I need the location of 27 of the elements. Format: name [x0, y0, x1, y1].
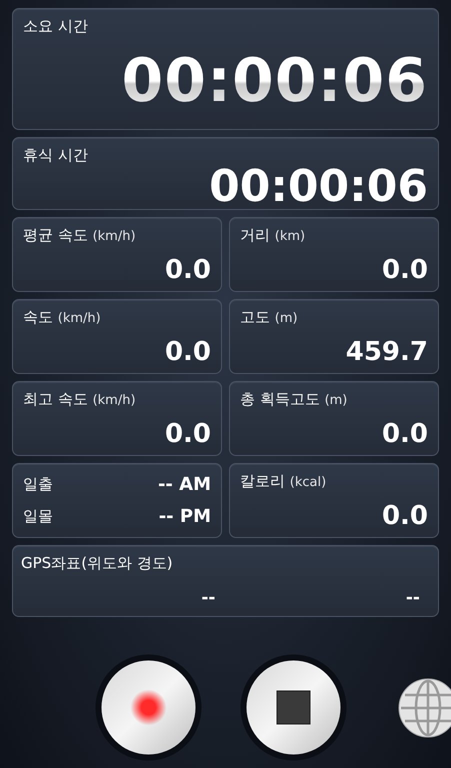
sun-value: -- PM [158, 506, 211, 527]
sun-label: 일몰 [23, 507, 53, 526]
globe-button[interactable] [398, 678, 451, 738]
stat-label: 거리 (km) [240, 226, 306, 245]
stat-value: 0.0 [164, 339, 211, 365]
stat-value: 0.0 [382, 257, 428, 283]
longitude-value: -- [404, 588, 421, 608]
stat-value: 0.0 [164, 257, 211, 283]
stat-label: 고도 (m) [240, 308, 299, 327]
gps-label: GPS좌표(위도와 경도) [21, 554, 174, 573]
stop-button[interactable] [240, 654, 347, 761]
stat-label: 총 획득고도 (m) [240, 390, 348, 409]
stat-value: 0.0 [164, 421, 211, 447]
latitude-value: -- [200, 588, 216, 608]
sun-value: -- AM [158, 474, 211, 495]
stat-label: 최고 속도 (km/h) [23, 390, 137, 409]
panel-label: 휴식 시간 [23, 146, 89, 165]
stat-value: 459.7 [346, 339, 428, 365]
stat-value: 0.0 [382, 503, 428, 529]
rest-time-value: 00:00:06 [209, 165, 428, 209]
stat-label: 평균 속도 (km/h) [23, 226, 137, 245]
stat-label: 속도 (km/h) [23, 308, 102, 327]
stat-value: 0.0 [382, 421, 428, 447]
panel-label: 소요 시간 [23, 17, 89, 36]
stat-label: 칼로리 (kcal) [240, 472, 328, 491]
sun-label: 일출 [23, 475, 53, 494]
record-button[interactable] [95, 654, 202, 761]
